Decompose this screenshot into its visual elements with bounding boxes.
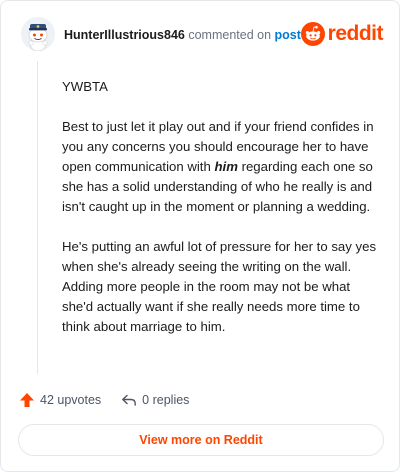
thread-line <box>37 61 38 374</box>
avatar[interactable] <box>21 17 55 51</box>
comment-body: YWBTA Best to just let it play out and if… <box>62 71 380 357</box>
post-link[interactable]: post <box>275 28 301 42</box>
reply-arrow-icon <box>122 394 137 406</box>
upvote-count: 42 upvotes <box>40 393 102 407</box>
emphasized-text: him <box>214 159 238 174</box>
comment-text: YWBTA <box>62 79 108 94</box>
username-link[interactable]: HunterIllustrious846 <box>64 28 185 42</box>
comment-meta: HunterIllustrious846 commented on post <box>64 28 301 42</box>
comment-text: He's putting an awful lot of pressure fo… <box>62 239 377 334</box>
view-more-button[interactable]: View more on Reddit <box>18 424 384 456</box>
reply-count: 0 replies <box>142 393 190 407</box>
reddit-logo-icon <box>300 22 325 46</box>
comment-paragraph: YWBTA <box>62 77 380 97</box>
comment-actions: 42 upvotes 0 replies <box>19 389 209 411</box>
reply-button[interactable]: 0 replies <box>121 392 189 408</box>
reddit-wordmark: reddit <box>327 22 384 45</box>
comment-paragraph: He's putting an awful lot of pressure fo… <box>62 237 380 337</box>
reddit-brand-link[interactable]: reddit <box>300 20 384 48</box>
comment-paragraph: Best to just let it play out and if your… <box>62 117 380 217</box>
snoo-avatar-icon <box>21 17 55 51</box>
upvote-arrow-icon <box>20 393 34 407</box>
reddit-embed-card: HunterIllustrious846 commented on post r… <box>0 0 400 472</box>
upvote-button[interactable]: 42 upvotes <box>19 392 101 408</box>
commented-on-label: commented on <box>188 28 272 42</box>
comment-header: HunterIllustrious846 commented on post r… <box>21 17 384 53</box>
